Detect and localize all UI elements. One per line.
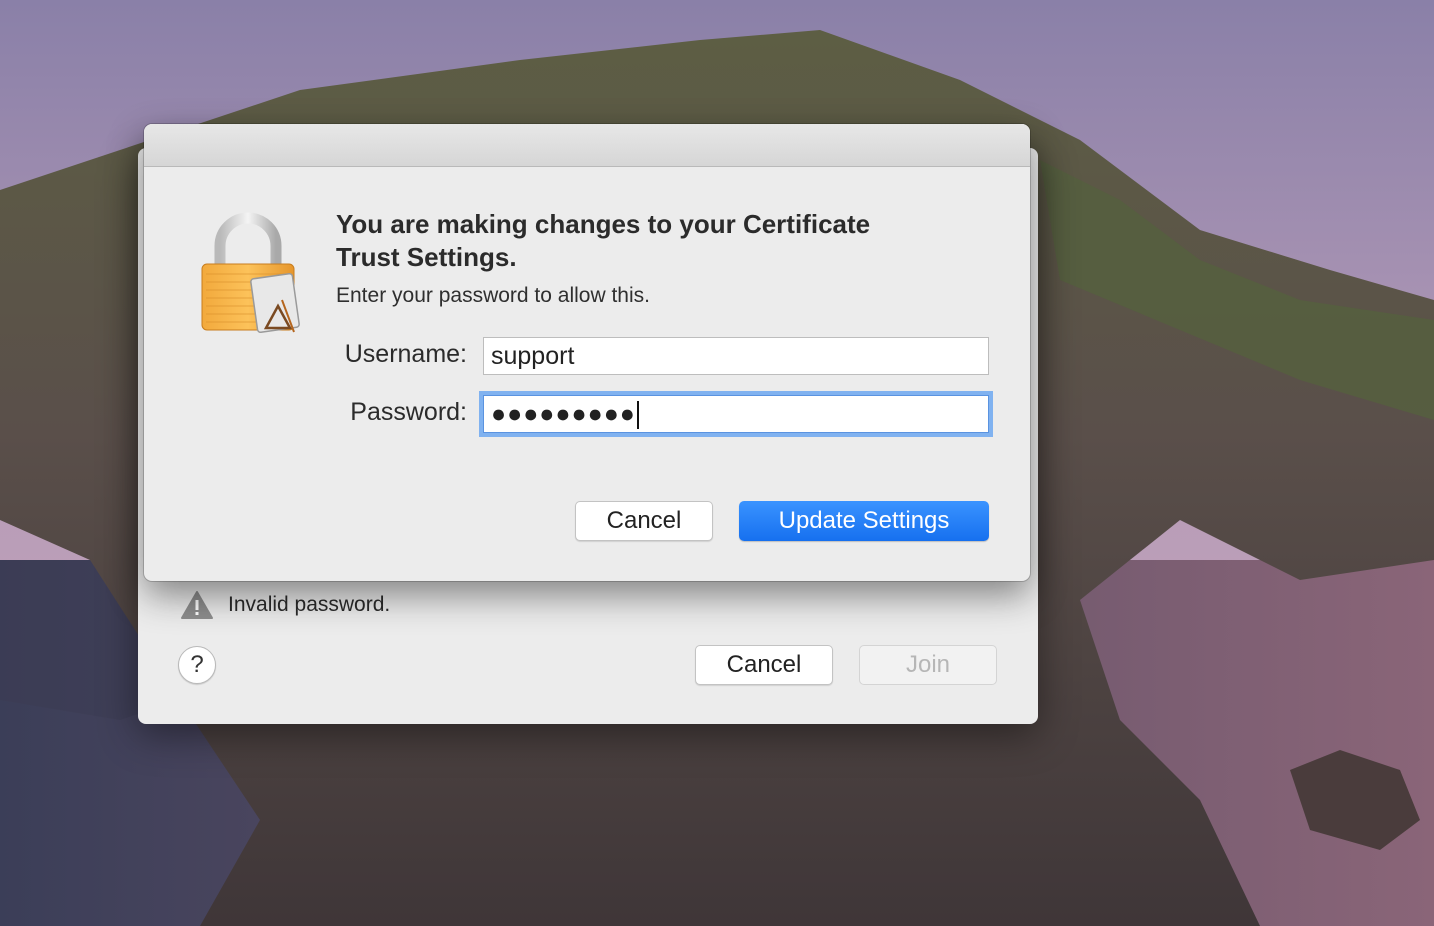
invalid-password-warning: Invalid password. <box>180 590 390 620</box>
cancel-button[interactable]: Cancel <box>575 501 713 541</box>
password-field[interactable]: ●●●●●●●●● <box>483 395 989 433</box>
help-button[interactable]: ? <box>178 646 216 684</box>
dialog-subtext: Enter your password to allow this. <box>336 284 650 307</box>
dialog-titlebar <box>144 124 1030 167</box>
update-settings-button[interactable]: Update Settings <box>739 501 989 541</box>
username-label: Username: <box>344 340 467 368</box>
join-button[interactable]: Join <box>859 645 997 685</box>
join-sheet-cancel-button[interactable]: Cancel <box>695 645 833 685</box>
warning-text: Invalid password. <box>228 593 391 616</box>
username-field[interactable]: support <box>483 337 989 375</box>
password-masked-value: ●●●●●●●●● <box>491 400 636 428</box>
authentication-dialog: You are making changes to your Certifica… <box>144 124 1030 581</box>
warning-icon <box>181 591 213 619</box>
lock-icon <box>201 212 300 334</box>
dialog-heading: You are making changes to your Certifica… <box>336 209 871 272</box>
password-label: Password: <box>350 398 467 426</box>
text-cursor <box>636 401 639 430</box>
